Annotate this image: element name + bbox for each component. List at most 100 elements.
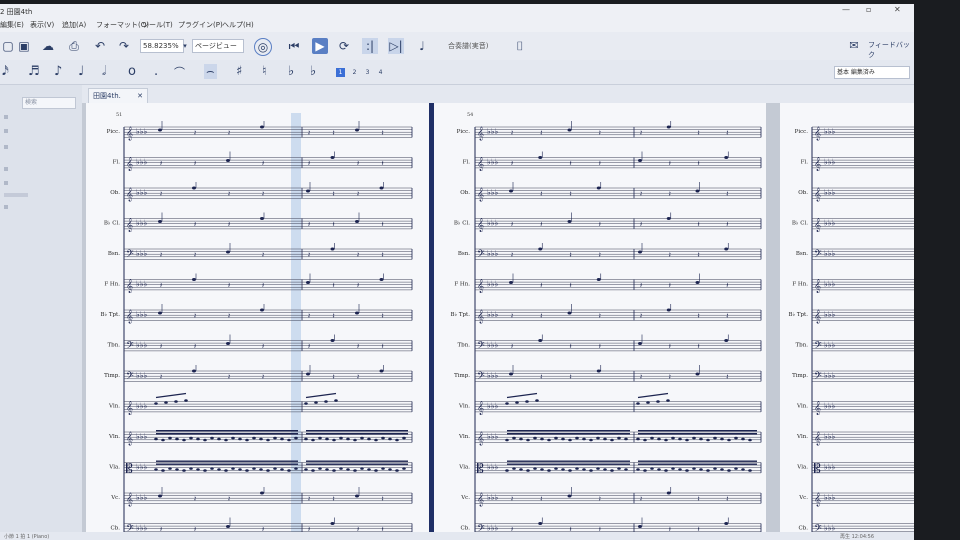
sixteenth-note-icon[interactable]: ♬ bbox=[28, 64, 40, 79]
key-signature: ♭♭♭ bbox=[487, 219, 499, 228]
workspace-select[interactable]: 基本 編集済み bbox=[834, 66, 910, 79]
zoom-dropdown-icon[interactable]: ▾ bbox=[180, 38, 190, 54]
notehead bbox=[226, 525, 230, 528]
notehead bbox=[339, 467, 343, 470]
menu-add[interactable]: 追加(A) bbox=[62, 20, 86, 30]
concert-pitch-label[interactable]: 合奏譜(実音) bbox=[448, 41, 488, 51]
loop-icon[interactable]: ⟳ bbox=[336, 38, 352, 54]
measure-number: 54 bbox=[467, 112, 473, 118]
notehead bbox=[554, 467, 558, 470]
notehead bbox=[638, 159, 642, 162]
feedback-link[interactable]: フィードバック bbox=[868, 40, 914, 60]
notehead bbox=[381, 467, 385, 470]
voice-2-button[interactable]: 2 bbox=[350, 68, 359, 77]
whole-note-icon[interactable]: o bbox=[128, 64, 136, 79]
score-page[interactable]: 51 Picc. 𝄞 ♭♭♭ 𝄽 𝄽 𝄽 𝄽 𝄽 Fl. 𝄞 ♭♭♭ 𝄽 𝄽 𝄽 𝄽 𝄽 𝄽 Ob. 𝄞 ♭♭♭ 𝄽 𝄽 𝄽 𝄽… bbox=[86, 103, 766, 540]
rewind-icon[interactable]: ⏮ bbox=[286, 38, 302, 54]
notehead bbox=[671, 467, 675, 470]
mail-icon[interactable]: ✉ bbox=[846, 38, 862, 54]
clef-icon: 𝄞 bbox=[477, 187, 484, 201]
rest-icon: 𝄽 bbox=[540, 221, 542, 229]
metronome-icon[interactable]: ♩ bbox=[414, 38, 430, 54]
note-beam bbox=[507, 433, 630, 435]
rest-icon: 𝄽 bbox=[228, 495, 230, 503]
score-canvas[interactable]: 51 Picc. 𝄞 ♭♭♭ 𝄽 𝄽 𝄽 𝄽 𝄽 Fl. 𝄞 ♭♭♭ 𝄽 𝄽 𝄽 𝄽 𝄽 𝄽 Ob. 𝄞 ♭♭♭ 𝄽 𝄽 𝄽 𝄽… bbox=[82, 103, 914, 540]
palette-item[interactable] bbox=[4, 115, 8, 119]
slur-icon[interactable]: ⌢ bbox=[204, 64, 217, 79]
notehead bbox=[318, 436, 322, 440]
minimize-icon[interactable]: — bbox=[842, 5, 850, 14]
close-tab-icon[interactable]: ✕ bbox=[137, 89, 143, 104]
notehead bbox=[175, 468, 179, 471]
notehead bbox=[515, 401, 519, 404]
notehead bbox=[567, 311, 572, 315]
notehead bbox=[339, 436, 343, 440]
dot-icon[interactable]: . bbox=[154, 64, 158, 79]
play-icon[interactable]: ▶ bbox=[312, 38, 328, 54]
palette-item[interactable] bbox=[4, 167, 8, 171]
notehead bbox=[671, 436, 675, 440]
menu-help[interactable]: ヘルプ(H) bbox=[222, 20, 254, 30]
notehead bbox=[650, 467, 654, 470]
undo-icon[interactable]: ↶ bbox=[92, 38, 108, 54]
voice-4-button[interactable]: 4 bbox=[376, 68, 385, 77]
palette-item[interactable] bbox=[4, 193, 28, 197]
notehead bbox=[273, 467, 277, 470]
palette-item[interactable] bbox=[4, 205, 8, 209]
palette-item[interactable] bbox=[4, 129, 8, 133]
pan-icon[interactable]: ▷| bbox=[388, 38, 404, 54]
natural-icon[interactable]: ♮ bbox=[262, 64, 267, 79]
notehead bbox=[505, 402, 509, 405]
key-signature: ♭♭♭ bbox=[487, 127, 499, 136]
notehead bbox=[158, 220, 162, 223]
zoom-input[interactable]: 58.8235% bbox=[140, 39, 184, 53]
notehead bbox=[568, 438, 572, 442]
palette-item[interactable] bbox=[4, 145, 8, 149]
flat-icon[interactable]: ♭ bbox=[288, 64, 294, 79]
sharp-icon[interactable]: ♯ bbox=[236, 64, 242, 79]
score-tab[interactable]: 田園4th. ✕ bbox=[88, 88, 148, 104]
score-page-next[interactable]: Picc. 𝄞 ♭♭♭ Fl. 𝄞 ♭♭♭ Ob. 𝄞 ♭♭♭ B♭ Cl. 𝄞 ♭♭♭ Bsn. 𝄢 ♭♭… bbox=[780, 103, 914, 540]
notehead bbox=[395, 469, 399, 472]
key-signature: ♭♭♭ bbox=[824, 371, 836, 380]
close-icon[interactable]: ✕ bbox=[894, 5, 901, 14]
quarter-note-icon[interactable]: ♩ bbox=[78, 64, 84, 79]
instrument-label: B♭ Tpt. bbox=[450, 312, 470, 318]
voice-1-button[interactable]: 1 bbox=[336, 68, 345, 77]
notehead bbox=[664, 438, 668, 442]
menu-plugins[interactable]: プラグイン(P) bbox=[178, 20, 223, 30]
instrument-label: Picc. bbox=[457, 129, 471, 135]
menu-view[interactable]: 表示(V) bbox=[30, 20, 54, 30]
note-beam bbox=[507, 430, 630, 432]
voice-3-button[interactable]: 3 bbox=[363, 68, 372, 77]
score-svg[interactable]: 51Picc. 𝄞 ♭♭♭ 𝄽 𝄽 𝄽 𝄽 𝄽Fl. 𝄞 ♭♭♭ 𝄽 𝄽 𝄽 𝄽 𝄽 𝄽Ob. 𝄞 ♭♭♭ 𝄽 𝄽 𝄽 𝄽… bbox=[86, 103, 766, 540]
note-beam bbox=[638, 433, 757, 435]
new-icon[interactable]: ▢ bbox=[0, 38, 16, 54]
notehead bbox=[596, 436, 600, 440]
repeat-icon[interactable]: :| bbox=[362, 38, 378, 54]
redo-icon[interactable]: ↷ bbox=[116, 38, 132, 54]
notehead bbox=[519, 468, 523, 471]
palette-search-input[interactable]: 検索 bbox=[22, 97, 76, 109]
maximize-icon[interactable]: ▫ bbox=[866, 5, 871, 14]
rest-icon: 𝄽 bbox=[194, 312, 196, 320]
view-mode-select[interactable]: ページビュー bbox=[192, 39, 244, 53]
palette-item[interactable] bbox=[4, 181, 8, 185]
key-signature: ♭♭♭ bbox=[487, 280, 499, 289]
sixtyfourth-note-icon[interactable]: 𝅘𝅥𝅯 bbox=[2, 64, 9, 79]
double-flat-icon[interactable]: ♭ bbox=[310, 64, 316, 79]
rest-icon: 𝄽 bbox=[599, 160, 601, 168]
save-icon[interactable]: ▣ bbox=[16, 38, 32, 54]
menu-edit[interactable]: 編集(E) bbox=[0, 20, 24, 30]
midi-input-icon[interactable]: ◎ bbox=[254, 38, 272, 56]
camera-icon[interactable]: ⌷ bbox=[512, 38, 528, 54]
key-signature: ♭♭♭ bbox=[487, 249, 499, 258]
cloud-upload-icon[interactable]: ☁ bbox=[40, 38, 56, 54]
eighth-note-icon[interactable]: ♪ bbox=[54, 64, 62, 79]
score-svg-next[interactable]: Picc. 𝄞 ♭♭♭Fl. 𝄞 ♭♭♭Ob. 𝄞 ♭♭♭B♭ Cl. 𝄞 ♭♭♭Bsn. 𝄢 ♭♭… bbox=[780, 103, 914, 540]
tie-icon[interactable]: ⌒ bbox=[174, 64, 185, 80]
menu-tools[interactable]: ツール(T) bbox=[142, 20, 173, 30]
notehead bbox=[314, 401, 318, 404]
half-note-icon[interactable]: 𝅗𝅥 bbox=[102, 64, 106, 79]
print-icon[interactable]: ⎙ bbox=[66, 38, 82, 54]
